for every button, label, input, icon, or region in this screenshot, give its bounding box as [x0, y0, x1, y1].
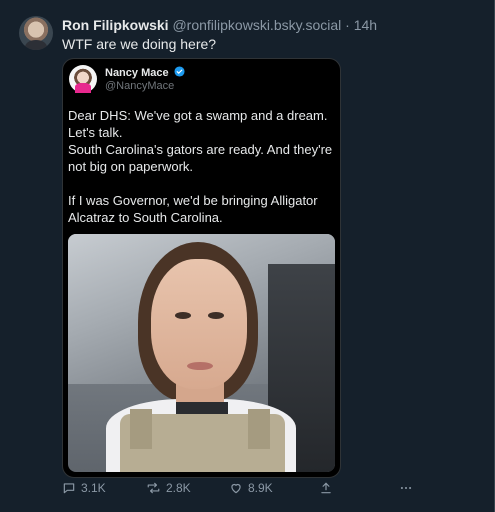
more-icon [398, 481, 414, 495]
action-bar: 3.1K 2.8K 8.9K [0, 478, 495, 500]
quoted-line-1: Dear DHS: We've got a swamp and a dream.… [68, 108, 328, 140]
quoted-author-name-row: Nancy Mace [105, 66, 185, 80]
reply-button[interactable]: 3.1K [62, 481, 106, 495]
reply-icon [62, 481, 76, 495]
post: Ron Filipkowski @ronfilipkowski.bsky.soc… [0, 0, 495, 512]
quoted-line-2: South Carolina's gators are ready. And t… [68, 142, 333, 174]
verified-icon [174, 66, 185, 80]
quoted-line-3: If I was Governor, we'd be bringing Alli… [68, 193, 318, 225]
more-button[interactable] [398, 481, 414, 495]
quoted-photo[interactable] [68, 234, 335, 472]
repost-button[interactable]: 2.8K [146, 481, 191, 495]
quoted-post-text: Dear DHS: We've got a swamp and a dream.… [68, 107, 333, 226]
like-count: 8.9K [248, 481, 273, 495]
separator: · [345, 17, 350, 33]
quoted-author-avatar [69, 65, 97, 93]
like-icon [229, 481, 243, 495]
quoted-post[interactable]: Nancy Mace @NancyMace Dear DHS: We've go… [62, 58, 341, 478]
post-time[interactable]: 14h [354, 17, 377, 33]
author-handle[interactable]: @ronfilipkowski.bsky.social [172, 17, 341, 33]
share-icon [319, 481, 333, 495]
author-name[interactable]: Ron Filipkowski [62, 17, 169, 33]
like-button[interactable]: 8.9K [229, 481, 273, 495]
repost-count: 2.8K [166, 481, 191, 495]
post-header: Ron Filipkowski @ronfilipkowski.bsky.soc… [62, 16, 377, 34]
repost-icon [146, 481, 161, 495]
reply-count: 3.1K [81, 481, 106, 495]
author-avatar[interactable] [19, 16, 53, 50]
post-text: WTF are we doing here? [62, 36, 217, 52]
quoted-author-handle: @NancyMace [105, 80, 175, 92]
share-button[interactable] [319, 481, 333, 495]
quoted-author-name: Nancy Mace [105, 67, 169, 79]
